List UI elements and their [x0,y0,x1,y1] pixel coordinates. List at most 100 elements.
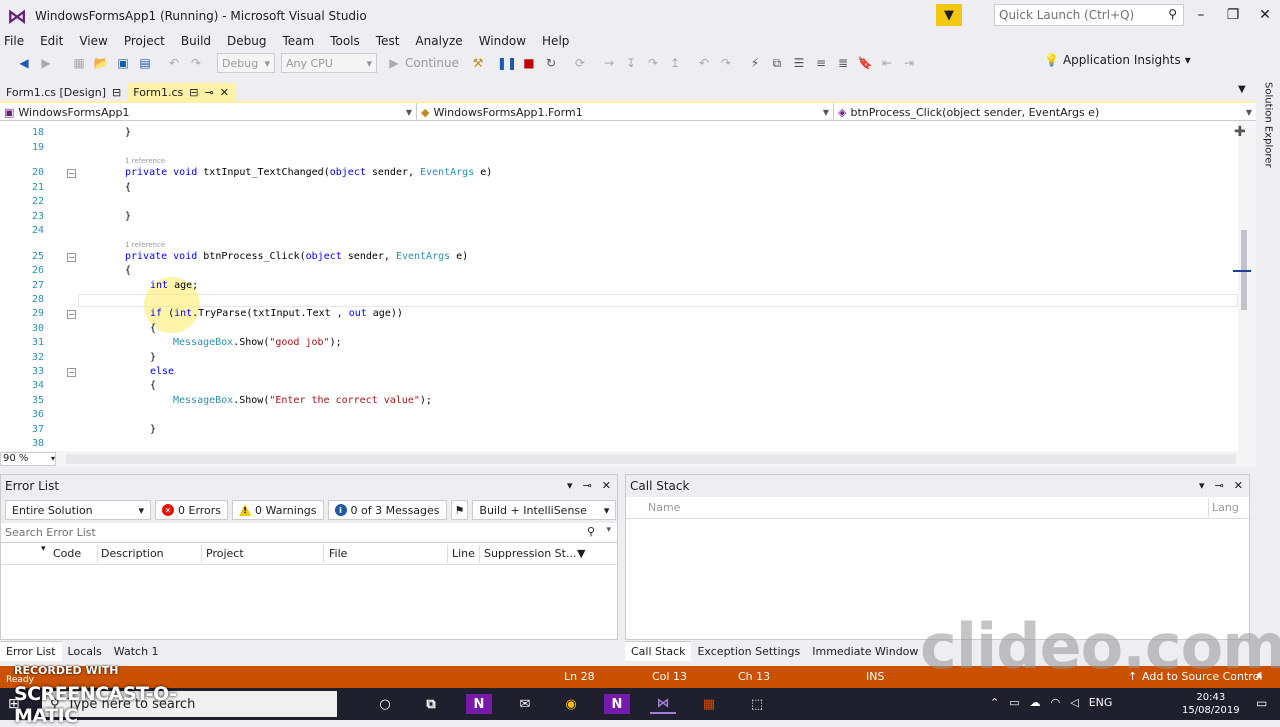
close-icon[interactable]: ✕ [220,86,229,99]
pin-icon[interactable]: ⊟ [112,86,121,99]
step-over-icon[interactable]: ↷ [643,53,663,73]
application-insights-button[interactable]: 💡 Application Insights ▾ [1044,53,1191,67]
collapse-icon[interactable]: − [67,169,76,178]
class-dropdown[interactable]: ◆ WindowsFormsApp1.Form1 ▼ [417,103,834,121]
show-next-statement-icon[interactable]: → [599,53,619,73]
menu-build[interactable]: Build [173,34,219,48]
chevron-down-icon[interactable]: ▾ [606,525,611,535]
scope-select[interactable]: Entire Solution ▾ [5,500,151,520]
continue-button[interactable]: Continue [405,56,459,70]
snipping-tool-icon[interactable]: ⬚ [744,694,770,714]
quick-launch-input[interactable]: Quick Launch (Ctrl+Q) ⚲ [994,4,1184,26]
close-icon[interactable]: ✕ [1234,479,1243,492]
filter-toggle-button[interactable]: ⚑ [450,500,469,520]
forward-icon[interactable]: ▶ [36,53,56,73]
column-code[interactable]: Code [53,547,81,560]
prev-bookmark-icon[interactable]: ⇤ [877,53,897,73]
close-window-button[interactable]: ✕ [1250,4,1280,26]
visual-studio-taskbar-icon[interactable]: ⋈ [650,694,676,714]
tab-form1-cs[interactable]: Form1.cs ⊟ ⊸ ✕ [127,83,235,101]
task-view-icon[interactable]: ⧉ [418,694,444,714]
menu-edit[interactable]: Edit [32,34,71,48]
menu-project[interactable]: Project [116,34,173,48]
errors-filter-button[interactable]: ✕ 0 Errors [155,500,229,520]
build-source-select[interactable]: Build + IntelliSense ▾ [472,500,617,520]
chevron-down-icon[interactable]: ▾ [567,479,573,492]
pin-icon[interactable]: ⊟ [189,86,198,99]
pin-icon[interactable]: ⊸ [1215,479,1224,492]
onenote-2-icon[interactable]: N [604,694,630,714]
column-language[interactable]: Lang [1212,501,1239,514]
column-suppression[interactable]: Suppression St... [484,547,576,560]
onenote-icon[interactable]: N [466,694,492,714]
collapse-icon[interactable]: − [67,310,76,319]
app-taskbar-icon[interactable]: ▦ [696,694,722,714]
tab-locals[interactable]: Locals [62,641,108,661]
volume-icon[interactable]: ◁ [1070,696,1078,709]
break-all-icon[interactable]: ❚❚ [497,53,517,73]
menu-view[interactable]: View [71,34,115,48]
hot-reload-icon[interactable]: ⟳ [570,53,590,73]
column-file[interactable]: File [329,547,347,560]
menu-team[interactable]: Team [274,34,322,48]
redo-icon[interactable]: ↷ [186,53,206,73]
tab-watch-1[interactable]: Watch 1 [108,641,165,661]
network-icon[interactable]: ▭ [1009,696,1019,709]
wifi-icon[interactable]: ◠ [1051,696,1061,709]
configuration-select[interactable]: Debug ▾ [217,53,275,73]
class-view-icon[interactable]: ⧉ [767,53,787,73]
diagnostic-icon[interactable]: ⚡ [745,53,765,73]
cloud-icon[interactable]: ☁ [1030,696,1041,709]
solution-explorer-tab[interactable]: Solution Explorer [1256,80,1280,170]
tab-call-stack[interactable]: Call Stack [625,641,692,661]
menu-debug[interactable]: Debug [219,34,274,48]
menu-file[interactable]: File [0,34,32,48]
code-editor[interactable]: 18 19 20 21 22 23 24 25 26 27 28 29 30 3… [0,121,1256,451]
column-line[interactable]: Line [452,547,475,560]
collapse-icon[interactable]: − [67,253,76,262]
maximize-button[interactable]: ❐ [1218,4,1248,26]
column-project[interactable]: Project [206,547,244,560]
pin-toggle-icon[interactable]: ⊸ [204,86,213,99]
reference-count[interactable]: 1 reference [125,157,165,165]
platform-select[interactable]: Any CPU ▾ [281,53,377,73]
tab-exception-settings[interactable]: Exception Settings [691,641,806,661]
continue-icon[interactable]: ▶ [384,53,404,73]
chevron-down-icon[interactable]: ▾ [1199,479,1205,492]
column-description[interactable]: Description [101,547,164,560]
undo-icon[interactable]: ↶ [164,53,184,73]
stop-debugging-icon[interactable]: ■ [519,53,539,73]
minimize-button[interactable]: – [1186,4,1216,26]
reference-count[interactable]: 1 reference [125,241,165,249]
language-indicator[interactable]: ENG [1089,696,1113,709]
search-error-list-input[interactable]: Search Error List ⚲ ▾ [1,523,617,543]
messages-filter-button[interactable]: i0 of 3 Messages [327,500,447,520]
warnings-filter-button[interactable]: ! 0 Warnings [232,500,324,520]
menu-analyze[interactable]: Analyze [407,34,470,48]
notification-filter-icon[interactable]: ▼ [936,4,962,26]
step-into-icon[interactable]: ↧ [621,53,641,73]
tray-chevron-up-icon[interactable]: ⌃ [990,696,999,709]
navigate-forward-icon[interactable]: ↷ [716,53,736,73]
comment-icon[interactable]: ≡ [811,53,831,73]
tab-error-list[interactable]: Error List [0,641,62,661]
attach-icon[interactable]: ⚒ [468,53,488,73]
cortana-icon[interactable]: ○ [372,694,398,714]
horizontal-scrollbar[interactable] [66,453,1236,464]
next-bookmark-icon[interactable]: ⇥ [899,53,919,73]
project-dropdown[interactable]: ▣ WindowsFormsApp1 ▼ [0,103,417,121]
save-all-icon[interactable]: ▤ [135,53,155,73]
pin-icon[interactable]: ⊸ [583,479,592,492]
new-project-icon[interactable]: ▦ [69,53,89,73]
sort-icon[interactable]: ▾ [41,544,46,554]
uncomment-icon[interactable]: ≣ [833,53,853,73]
filter-icon[interactable]: ▼ [577,547,585,560]
tree-view-icon[interactable]: ☰ [789,53,809,73]
mail-icon[interactable]: ✉ [512,694,538,714]
back-icon[interactable]: ◀ [14,53,34,73]
chevron-down-icon[interactable]: ▼ [1238,84,1246,95]
open-file-icon[interactable]: 📂 [91,53,111,73]
split-editor-icon[interactable]: ✚ [1234,124,1246,140]
member-dropdown[interactable]: ◈ btnProcess_Click(object sender, EventA… [834,103,1256,121]
chrome-icon[interactable]: ◉ [558,694,584,714]
